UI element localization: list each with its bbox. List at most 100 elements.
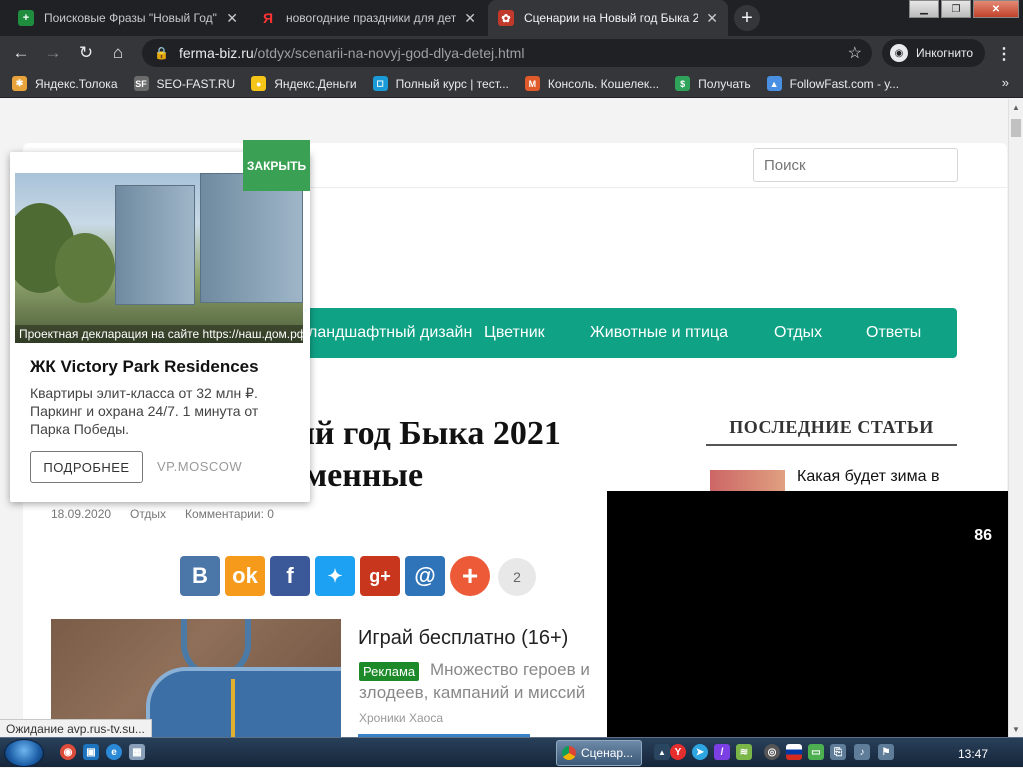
ad-title[interactable]: Играй бесплатно (16+) (358, 627, 568, 650)
back-button[interactable]: ← (10, 42, 32, 64)
bookmark-item[interactable]: ◻ Полный курс | тест... (372, 76, 509, 91)
calculator-icon[interactable]: ▦ (129, 744, 145, 760)
address-bar[interactable]: 🔒 ferma-biz.ru/otdyx/scenarii-na-novyj-g… (142, 39, 872, 67)
bookmark-label: Яндекс.Деньги (274, 76, 357, 91)
bookmark-label: Полный курс | тест... (395, 76, 509, 91)
sidebar-title: ПОСЛЕДНИЕ СТАТЬИ (729, 417, 934, 437)
windows-taskbar: ◉ ▣ e ▦ Сценар... ▲ Y ➤ / ≋ ◎ ▭ ⎘ ♪ ⚑ 13… (0, 737, 1023, 767)
telegram-icon[interactable]: ➤ (692, 744, 708, 760)
minimize-button[interactable]: ▁ (909, 0, 939, 18)
start-button[interactable] (4, 739, 44, 767)
ie-icon[interactable]: e (106, 744, 122, 760)
bookmark-item[interactable]: M Консоль. Кошелек... (524, 76, 660, 91)
popup-ad-image[interactable]: Проектная декларация на сайте https://на… (15, 173, 303, 343)
dollar-icon: $ (675, 76, 691, 91)
yandex-icon: Я (260, 10, 276, 26)
twitter-share-icon[interactable]: ✦ (315, 556, 355, 596)
pen-icon[interactable]: / (714, 744, 730, 760)
close-icon[interactable]: ✕ (226, 10, 238, 27)
googleplus-share-icon[interactable]: g+ (360, 556, 400, 596)
volume-icon[interactable]: ♪ (854, 744, 870, 760)
new-tab-button[interactable]: + (734, 5, 760, 31)
popup-close-button[interactable]: ЗАКРЫТЬ (243, 140, 310, 191)
more-bookmarks-icon[interactable]: » (1002, 75, 1009, 90)
facebook-share-icon[interactable]: f (270, 556, 310, 596)
tab-holidays[interactable]: Я новогодние праздники для дете ✕ (250, 0, 486, 36)
menu-icon[interactable]: ⋮ (996, 44, 1012, 64)
popup-ad-description: Квартиры элит-класса от 32 млн ₽. Паркин… (30, 385, 259, 437)
scroll-down-icon[interactable]: ▼ (1012, 725, 1020, 734)
ad-text: злодеев, кампаний и миссий (359, 683, 586, 702)
tray-expand-icon[interactable]: ▲ (654, 744, 670, 760)
bookmark-item[interactable]: SF SEO-FAST.RU (133, 76, 236, 91)
popup-ad: Проектная декларация на сайте https://на… (10, 140, 310, 502)
clock[interactable]: 13:47 (958, 747, 988, 761)
explorer-icon[interactable]: ▣ (83, 744, 99, 760)
forward-button[interactable]: → (42, 42, 64, 64)
tab-search-phrases[interactable]: + Поисковые Фразы "Новый Год" ✕ (8, 0, 248, 36)
more-share-icon[interactable]: + (450, 556, 490, 596)
post-category[interactable]: Отдых (130, 507, 166, 521)
course-icon: ◻ (372, 76, 388, 91)
action-center-flag-icon[interactable]: ⚑ (878, 744, 894, 760)
close-icon[interactable]: ✕ (464, 10, 476, 27)
home-button[interactable]: ⌂ (107, 42, 129, 64)
page-viewport: ландшафтный дизайн Цветник Животные и пт… (0, 99, 1008, 737)
popup-ad-title[interactable]: ЖК Victory Park Residences (30, 357, 259, 377)
yandex-browser-icon[interactable]: Y (670, 744, 686, 760)
nav-item-rest[interactable]: Отдых (774, 324, 822, 342)
video-overlay[interactable]: 86 (607, 491, 1008, 737)
popup-ad-domain[interactable]: VP.MOSCOW (157, 459, 242, 474)
tab-title: новогодние праздники для дете (286, 11, 457, 25)
bookmark-item[interactable]: ▲ FollowFast.com - у... (766, 76, 899, 91)
odnoklassniki-share-icon[interactable]: ok (225, 556, 265, 596)
tab-strip: + Поисковые Фразы "Новый Год" ✕ Я нового… (0, 0, 1023, 36)
scroll-up-icon[interactable]: ▲ (1012, 103, 1020, 112)
taskbar-task-label: Сценар... (581, 746, 634, 760)
language-flag-icon[interactable] (786, 744, 802, 760)
sidebar-article-link[interactable]: Какая будет зима в (797, 468, 939, 486)
bookmark-item[interactable]: ✱ Яндекс.Толока (12, 76, 118, 91)
search-input[interactable] (753, 148, 958, 182)
nav-item-landscape[interactable]: ландшафтный дизайн (308, 324, 472, 342)
thumbs-up-icon: ▲ (766, 76, 782, 91)
nav-item-flowers[interactable]: Цветник (484, 324, 545, 342)
maximize-button[interactable]: ❐ (941, 0, 971, 18)
close-icon[interactable]: ✕ (706, 10, 718, 27)
reload-button[interactable]: ↻ (75, 42, 97, 64)
sidebar-divider (706, 444, 957, 446)
chrome-icon[interactable]: ◉ (60, 744, 76, 760)
tab-title: Поисковые Фразы "Новый Год" (44, 11, 217, 25)
bookmark-label: SEO-FAST.RU (156, 76, 236, 91)
post-comments[interactable]: Комментарии: 0 (185, 507, 274, 521)
webcam-icon[interactable]: ◎ (764, 744, 780, 760)
incognito-icon: ◉ (890, 44, 908, 62)
devices-icon[interactable]: ⎘ (830, 744, 846, 760)
close-window-button[interactable]: ✕ (973, 0, 1019, 18)
window-controls: ▁ ❐ ✕ (907, 0, 1019, 18)
bookmark-label: Консоль. Кошелек... (547, 76, 660, 91)
ad-source: Хроники Хаоса (359, 711, 443, 725)
sheets-icon: + (18, 10, 34, 26)
bookmark-item[interactable]: $ Получать (675, 76, 751, 91)
tab-scenarios[interactable]: ✿ Сценарии на Новый год Быка 2 ✕ (488, 0, 728, 36)
incognito-badge[interactable]: ◉ Инкогнито (882, 39, 986, 67)
network-tool-icon[interactable]: ≋ (736, 744, 752, 760)
battery-icon[interactable]: ▭ (808, 744, 824, 760)
mail-share-icon[interactable]: @ (405, 556, 445, 596)
url-path: /otdyx/scenarii-na-novyj-god-dlya-detej.… (253, 45, 525, 61)
site-favicon-icon: ✿ (498, 10, 514, 26)
taskbar-chrome-window[interactable]: Сценар... (556, 740, 642, 766)
nav-item-answers[interactable]: Ответы (866, 324, 921, 342)
tree-art (55, 233, 115, 303)
scrollbar-thumb[interactable] (1011, 119, 1021, 137)
nav-item-animals[interactable]: Животные и птица (590, 324, 728, 342)
vk-share-icon[interactable]: B (180, 556, 220, 596)
tab-title: Сценарии на Новый год Быка 2 (524, 11, 699, 25)
bookmark-star-icon[interactable]: ☆ (848, 43, 862, 63)
page-scrollbar[interactable]: ▲ ▼ (1008, 99, 1023, 737)
popup-more-button[interactable]: ПОДРОБНЕЕ (30, 451, 143, 483)
share-counter: 2 (498, 558, 536, 596)
bookmark-item[interactable]: ● Яндекс.Деньги (251, 76, 357, 91)
seofast-icon: SF (133, 76, 149, 91)
